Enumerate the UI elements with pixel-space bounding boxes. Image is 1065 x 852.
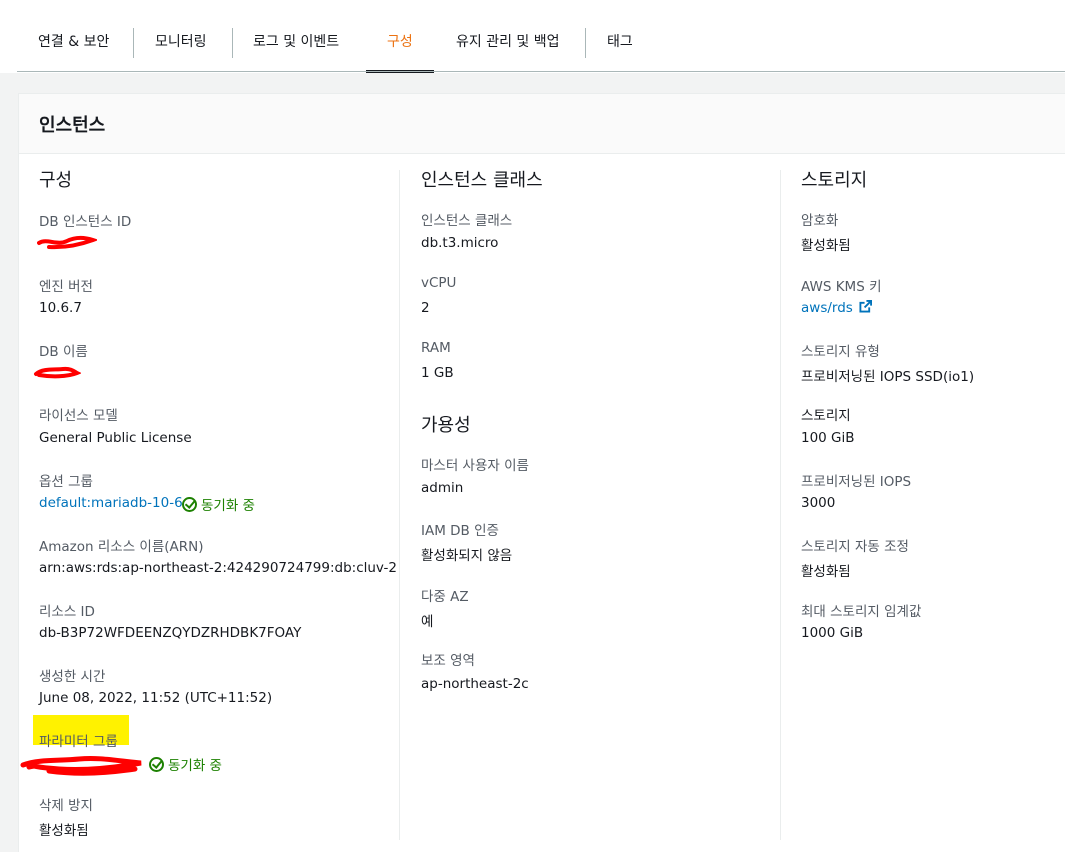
arn-value: arn:aws:rds:ap-northeast-2:424290724799:…	[39, 560, 398, 576]
storage-autoscaling-value: 활성화됨	[801, 564, 851, 580]
storage-type-label: 스토리지 유형	[801, 344, 880, 360]
tab-monitoring[interactable]: 모니터링	[155, 0, 215, 72]
storage-autoscaling-label: 스토리지 자동 조정	[801, 539, 909, 555]
option-group-status-text: 동기화 중	[201, 498, 255, 514]
secondary-zone-label: 보조 영역	[421, 653, 475, 669]
license-model-value: General Public License	[39, 430, 192, 446]
created-time-value: June 08, 2022, 11:52 (UTC+11:52)	[39, 690, 273, 706]
parameter-group-status: 동기화 중	[149, 754, 222, 774]
ram-label: RAM	[421, 340, 451, 356]
encryption-value: 활성화됨	[801, 238, 851, 254]
license-model-label: 라이선스 모델	[39, 408, 118, 424]
storage-label: 스토리지	[801, 408, 851, 424]
instance-class-value: db.t3.micro	[421, 235, 499, 251]
column-divider	[780, 170, 781, 840]
ram-value: 1 GB	[421, 365, 454, 381]
check-circle-icon	[182, 496, 197, 512]
arn-label: Amazon 리소스 이름(ARN)	[39, 539, 204, 555]
tab-configuration[interactable]: 구성	[366, 0, 434, 73]
deletion-protection-label: 삭제 방지	[39, 798, 93, 814]
instance-panel: 인스턴스 구성 DB 인스턴스 ID 엔진 버전 10.6.7 DB 이름 라이…	[18, 93, 1065, 852]
resource-id-label: 리소스 ID	[39, 604, 95, 620]
option-group-label: 옵션 그룹	[39, 474, 93, 490]
deletion-protection-value: 활성화됨	[39, 823, 89, 839]
provisioned-iops-value: 3000	[801, 495, 836, 511]
iam-auth-value: 활성화되지 않음	[421, 548, 513, 564]
redaction-mark	[20, 756, 142, 776]
redaction-mark	[34, 366, 81, 379]
tab-separator	[585, 28, 586, 58]
check-circle-icon	[149, 756, 164, 772]
section-title-configuration: 구성	[39, 170, 73, 191]
tab-maintenance-backup[interactable]: 유지 관리 및 백업	[456, 0, 571, 72]
parameter-group-status-text: 동기화 중	[168, 758, 222, 774]
tab-bar-divider	[17, 71, 1065, 72]
storage-value: 100 GiB	[801, 430, 855, 446]
panel-header: 인스턴스	[19, 94, 1065, 154]
resource-id-value: db-B3P72WFDEENZQYDZRHDBK7FOAY	[39, 625, 302, 641]
kms-key-label: AWS KMS 키	[801, 279, 882, 295]
section-title-availability: 가용성	[421, 415, 471, 436]
instance-id-label: DB 인스턴스 ID	[39, 214, 132, 230]
master-username-value: admin	[421, 480, 464, 496]
multi-az-label: 다중 AZ	[421, 589, 469, 605]
engine-version-label: 엔진 버전	[39, 279, 93, 295]
encryption-label: 암호화	[801, 213, 839, 229]
vcpu-value: 2	[421, 300, 430, 316]
panel-title: 인스턴스	[39, 115, 106, 136]
vcpu-label: vCPU	[421, 275, 457, 291]
section-title-storage: 스토리지	[801, 170, 868, 191]
tab-logs-events[interactable]: 로그 및 이벤트	[253, 0, 348, 72]
redaction-mark	[37, 235, 97, 250]
tab-separator	[133, 28, 134, 58]
option-group-status: 동기화 중	[182, 494, 255, 514]
max-storage-threshold-value: 1000 GiB	[801, 625, 864, 641]
provisioned-iops-label: 프로비저닝된 IOPS	[801, 474, 912, 490]
master-username-label: 마스터 사용자 이름	[421, 458, 529, 474]
kms-key-link-text: aws/rds	[801, 300, 853, 316]
option-group-link[interactable]: default:mariadb-10-6	[39, 495, 183, 511]
created-time-label: 생성한 시간	[39, 669, 106, 685]
secondary-zone-value: ap-northeast-2c	[421, 676, 529, 692]
column-divider	[399, 170, 400, 840]
tab-separator	[232, 28, 233, 58]
iam-auth-label: IAM DB 인증	[421, 523, 499, 539]
tab-bar: 연결 & 보안 모니터링 로그 및 이벤트 구성 유지 관리 및 백업 태그	[0, 0, 1065, 73]
max-storage-threshold-label: 최대 스토리지 임계값	[801, 604, 922, 620]
parameter-group-label: 파라미터 그룹	[39, 734, 118, 750]
tab-connectivity-security[interactable]: 연결 & 보안	[38, 0, 118, 72]
storage-type-value: 프로비저닝된 IOPS SSD(io1)	[801, 369, 975, 385]
db-name-label: DB 이름	[39, 344, 88, 360]
engine-version-value: 10.6.7	[39, 300, 82, 316]
multi-az-value: 예	[421, 614, 434, 630]
section-title-instance-class: 인스턴스 클래스	[421, 170, 543, 191]
tab-tags[interactable]: 태그	[607, 0, 647, 72]
kms-key-link[interactable]: aws/rds	[801, 300, 872, 316]
external-link-icon	[859, 300, 872, 313]
instance-class-label: 인스턴스 클래스	[421, 213, 513, 229]
